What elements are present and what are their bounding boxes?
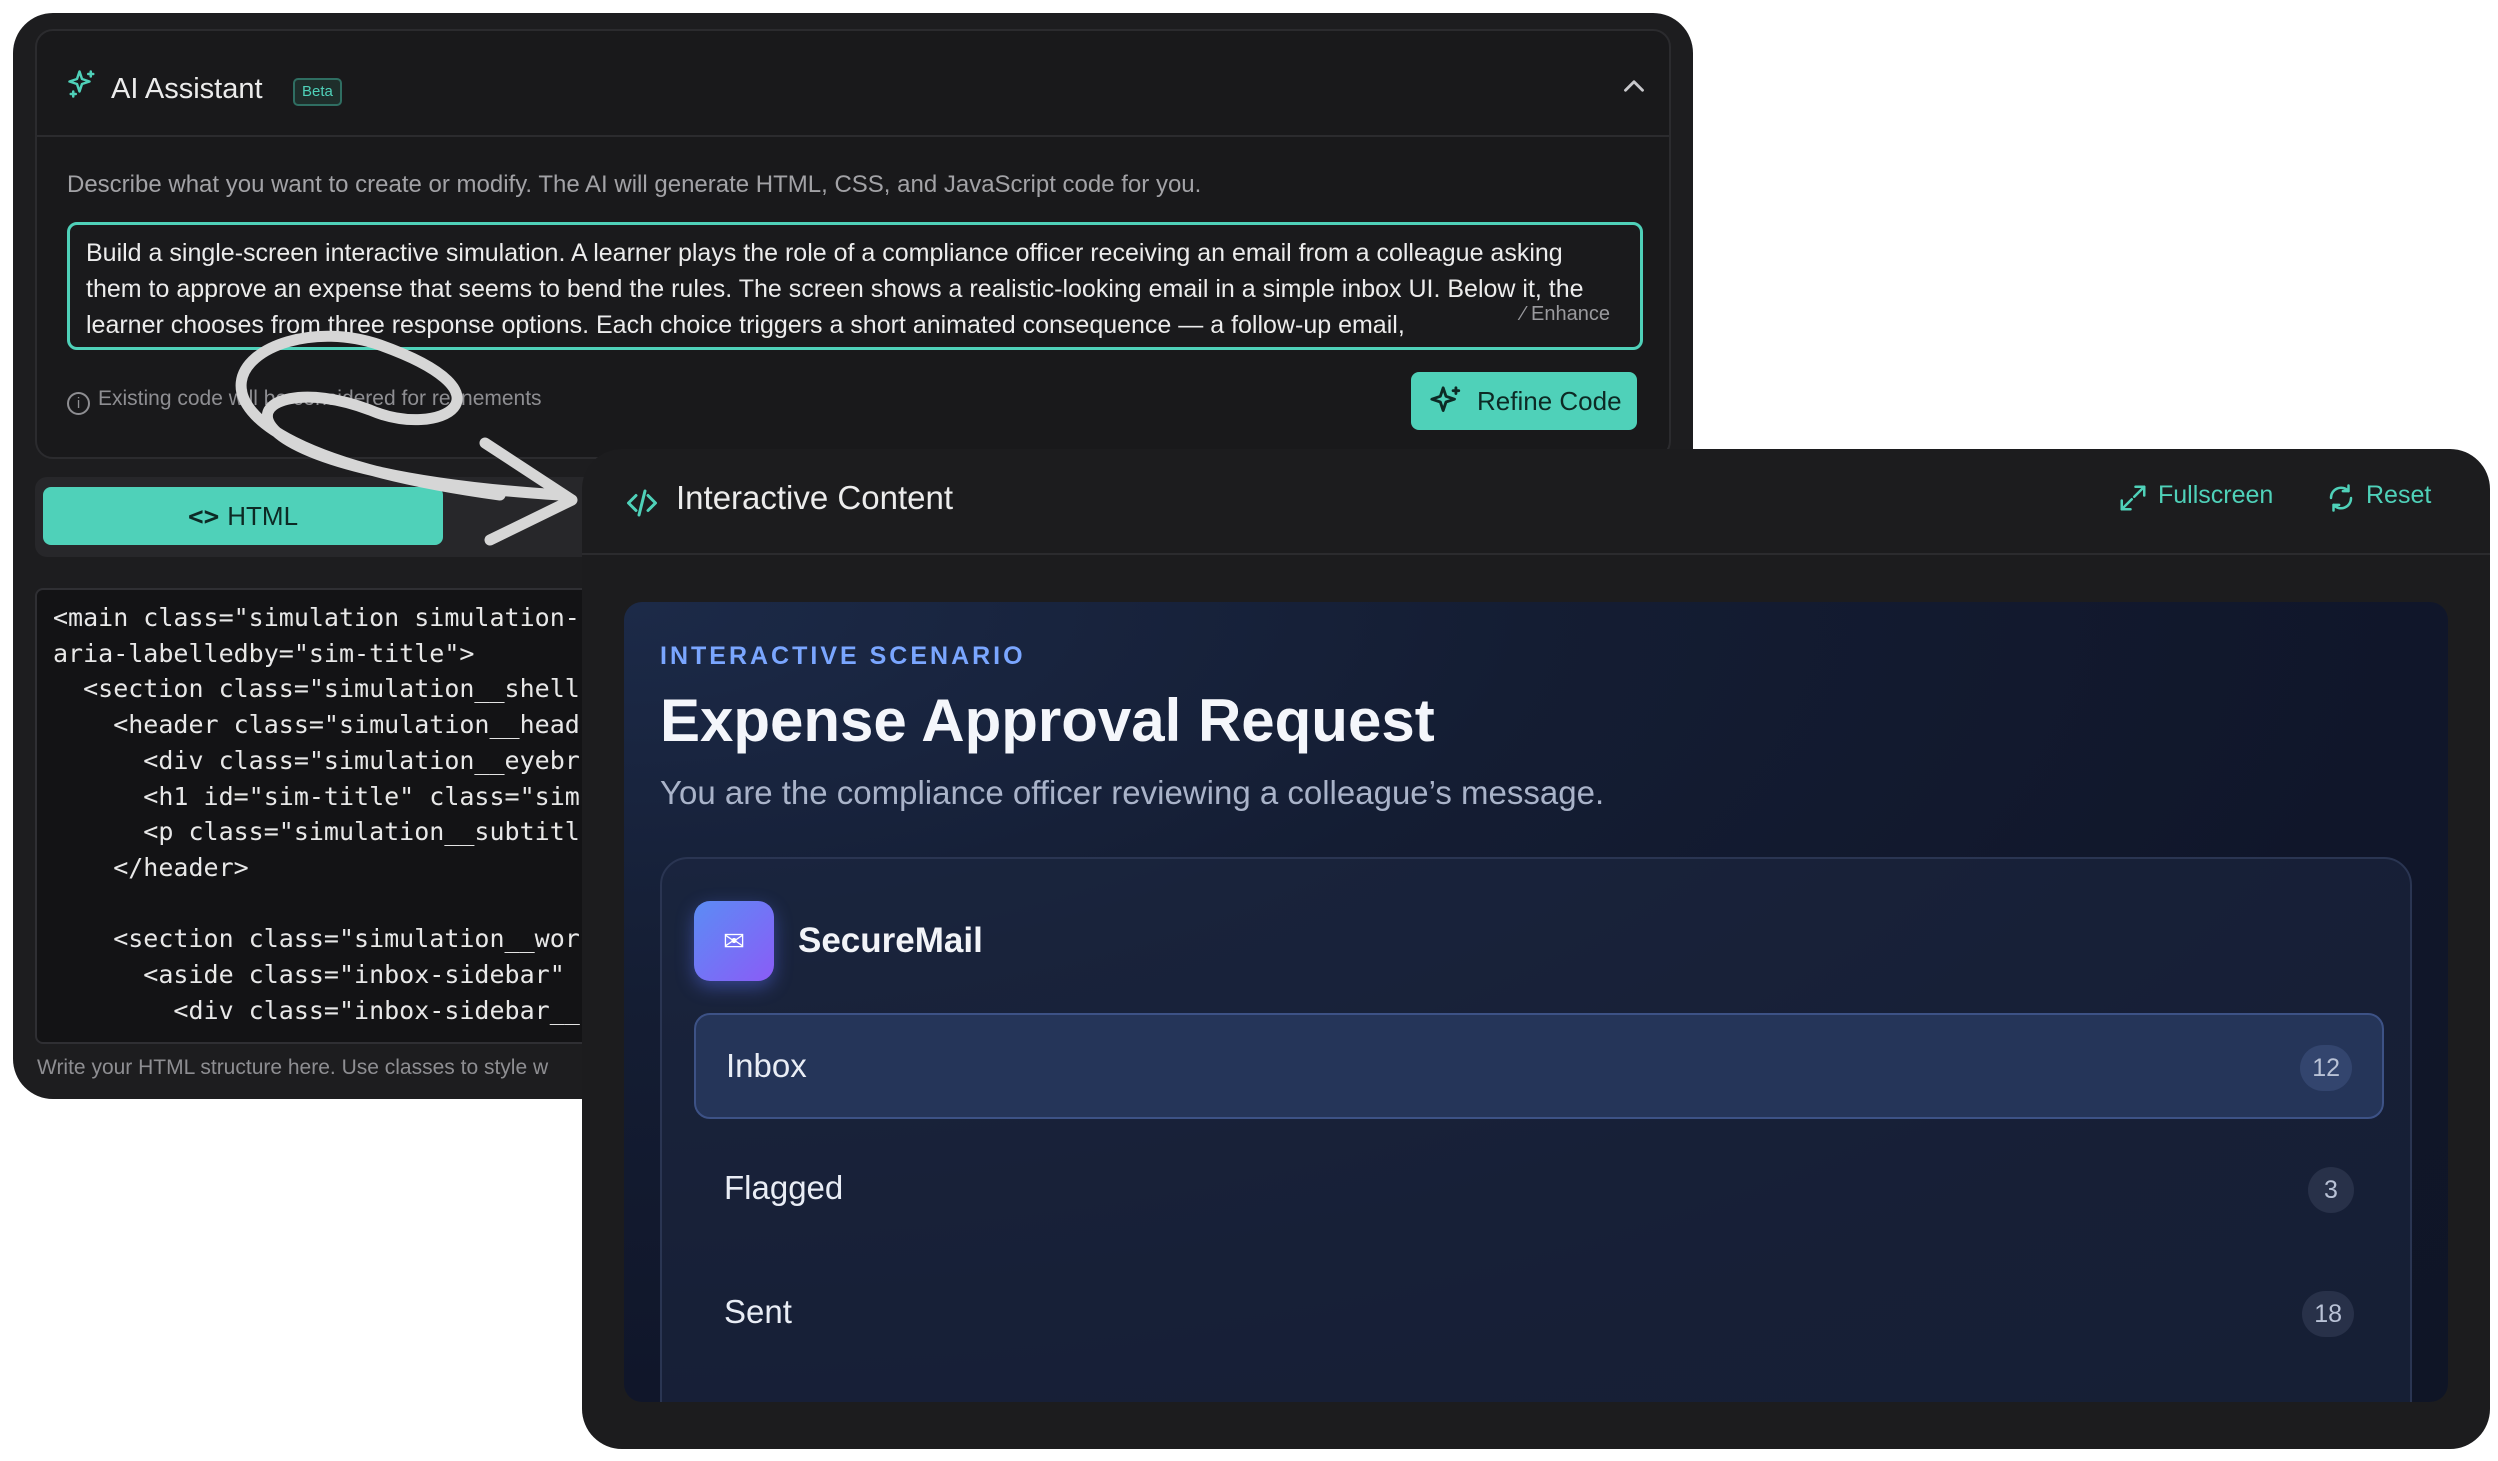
refine-code-button[interactable]: Refine Code (1411, 372, 1637, 430)
code-line: <aside class="inbox-sidebar" (53, 960, 565, 990)
code-line: <p class="simulation__subtitl (53, 817, 580, 847)
code-line: <section class="simulation__shell (53, 674, 580, 704)
preview-title: Interactive Content (676, 479, 953, 516)
editor-tab-bar: <> HTML (35, 477, 675, 557)
folder-count-badge: 18 (2302, 1291, 2354, 1337)
enhance-button[interactable]: ⁄ Enhance (1517, 303, 1614, 326)
folder-inbox[interactable]: Inbox 12 (694, 1013, 2384, 1119)
code-brackets-icon: <> (187, 502, 220, 532)
code-line: <div class="inbox-sidebar__ (53, 995, 580, 1025)
folder-count-badge: 12 (2300, 1045, 2352, 1091)
refine-code-label: Refine Code (1477, 386, 1622, 416)
simulation-stage: INTERACTIVE SCENARIO Expense Approval Re… (624, 602, 2448, 1402)
reset-button[interactable]: Reset (2328, 481, 2432, 512)
scenario-eyebrow: INTERACTIVE SCENARIO (660, 642, 1026, 670)
html-code-editor[interactable]: <main class="simulation simulation-aria-… (35, 588, 675, 1044)
folder-label: Sent (724, 1293, 792, 1330)
code-line: <main class="simulation simulation- (53, 603, 580, 632)
reset-label: Reset (2366, 481, 2432, 509)
prompt-text: Build a single-screen interactive simula… (86, 239, 1584, 339)
expand-icon (2120, 485, 2146, 511)
code-icon (627, 489, 657, 517)
beta-badge: Beta (293, 78, 342, 106)
preview-header: Interactive Content Fullscreen Reset (582, 449, 2490, 555)
magic-wand-icon: ⁄ (1521, 303, 1526, 325)
code-line: <section class="simulation__wor (53, 924, 580, 954)
prompt-textarea[interactable]: Build a single-screen interactive simula… (67, 222, 1643, 350)
folder-sent[interactable]: Sent 18 (694, 1261, 2384, 1367)
ai-assistant-header[interactable]: AI Assistant Beta (37, 31, 1669, 137)
fullscreen-label: Fullscreen (2158, 481, 2274, 509)
code-line: <header class="simulation__head (53, 710, 580, 740)
folder-flagged[interactable]: Flagged 3 (694, 1137, 2384, 1243)
envelope-icon: ✉ (694, 901, 774, 981)
folder-count-badge: 3 (2308, 1167, 2354, 1213)
code-line: <div class="simulation__eyebr (53, 745, 580, 775)
inbox-sidebar: ✉ SecureMail Inbox 12 Flagged 3 Sent 18 (660, 857, 2412, 1402)
enhance-label: Enhance (1531, 303, 1610, 325)
chevron-up-icon[interactable] (1617, 69, 1651, 103)
scenario-subtitle: You are the compliance officer reviewing… (660, 774, 1605, 811)
mail-app-name: SecureMail (798, 921, 983, 960)
interactive-content-window: Interactive Content Fullscreen Reset INT… (582, 449, 2490, 1449)
folder-label: Flagged (724, 1169, 844, 1206)
info-icon: i (67, 392, 90, 415)
ai-assistant-description: Describe what you want to create or modi… (67, 171, 1202, 198)
sparkles-icon (1430, 386, 1461, 412)
code-line: <h1 id="sim-title" class="sim (53, 781, 580, 811)
code-lines: <main class="simulation simulation-aria-… (53, 600, 657, 1028)
scenario-title: Expense Approval Request (660, 687, 1435, 754)
code-line: aria-labelledby="sim-title"> (53, 638, 475, 668)
ai-assistant-title: AI Assistant (111, 73, 263, 105)
folder-label: Inbox (726, 1047, 807, 1084)
tab-html-label: HTML (227, 501, 299, 531)
refresh-icon (2329, 484, 2353, 512)
sparkles-icon (68, 70, 95, 98)
code-editor-hint: Write your HTML structure here. Use clas… (37, 1056, 549, 1079)
code-line: </header> (53, 852, 249, 882)
fullscreen-button[interactable]: Fullscreen (2120, 481, 2274, 511)
refinement-note-text: Existing code will be considered for ref… (98, 387, 542, 410)
tab-html[interactable]: <> HTML (43, 487, 443, 545)
ai-assistant-panel: AI Assistant Beta Describe what you want… (35, 29, 1671, 459)
refinement-note: i Existing code will be considered for re… (67, 387, 542, 415)
